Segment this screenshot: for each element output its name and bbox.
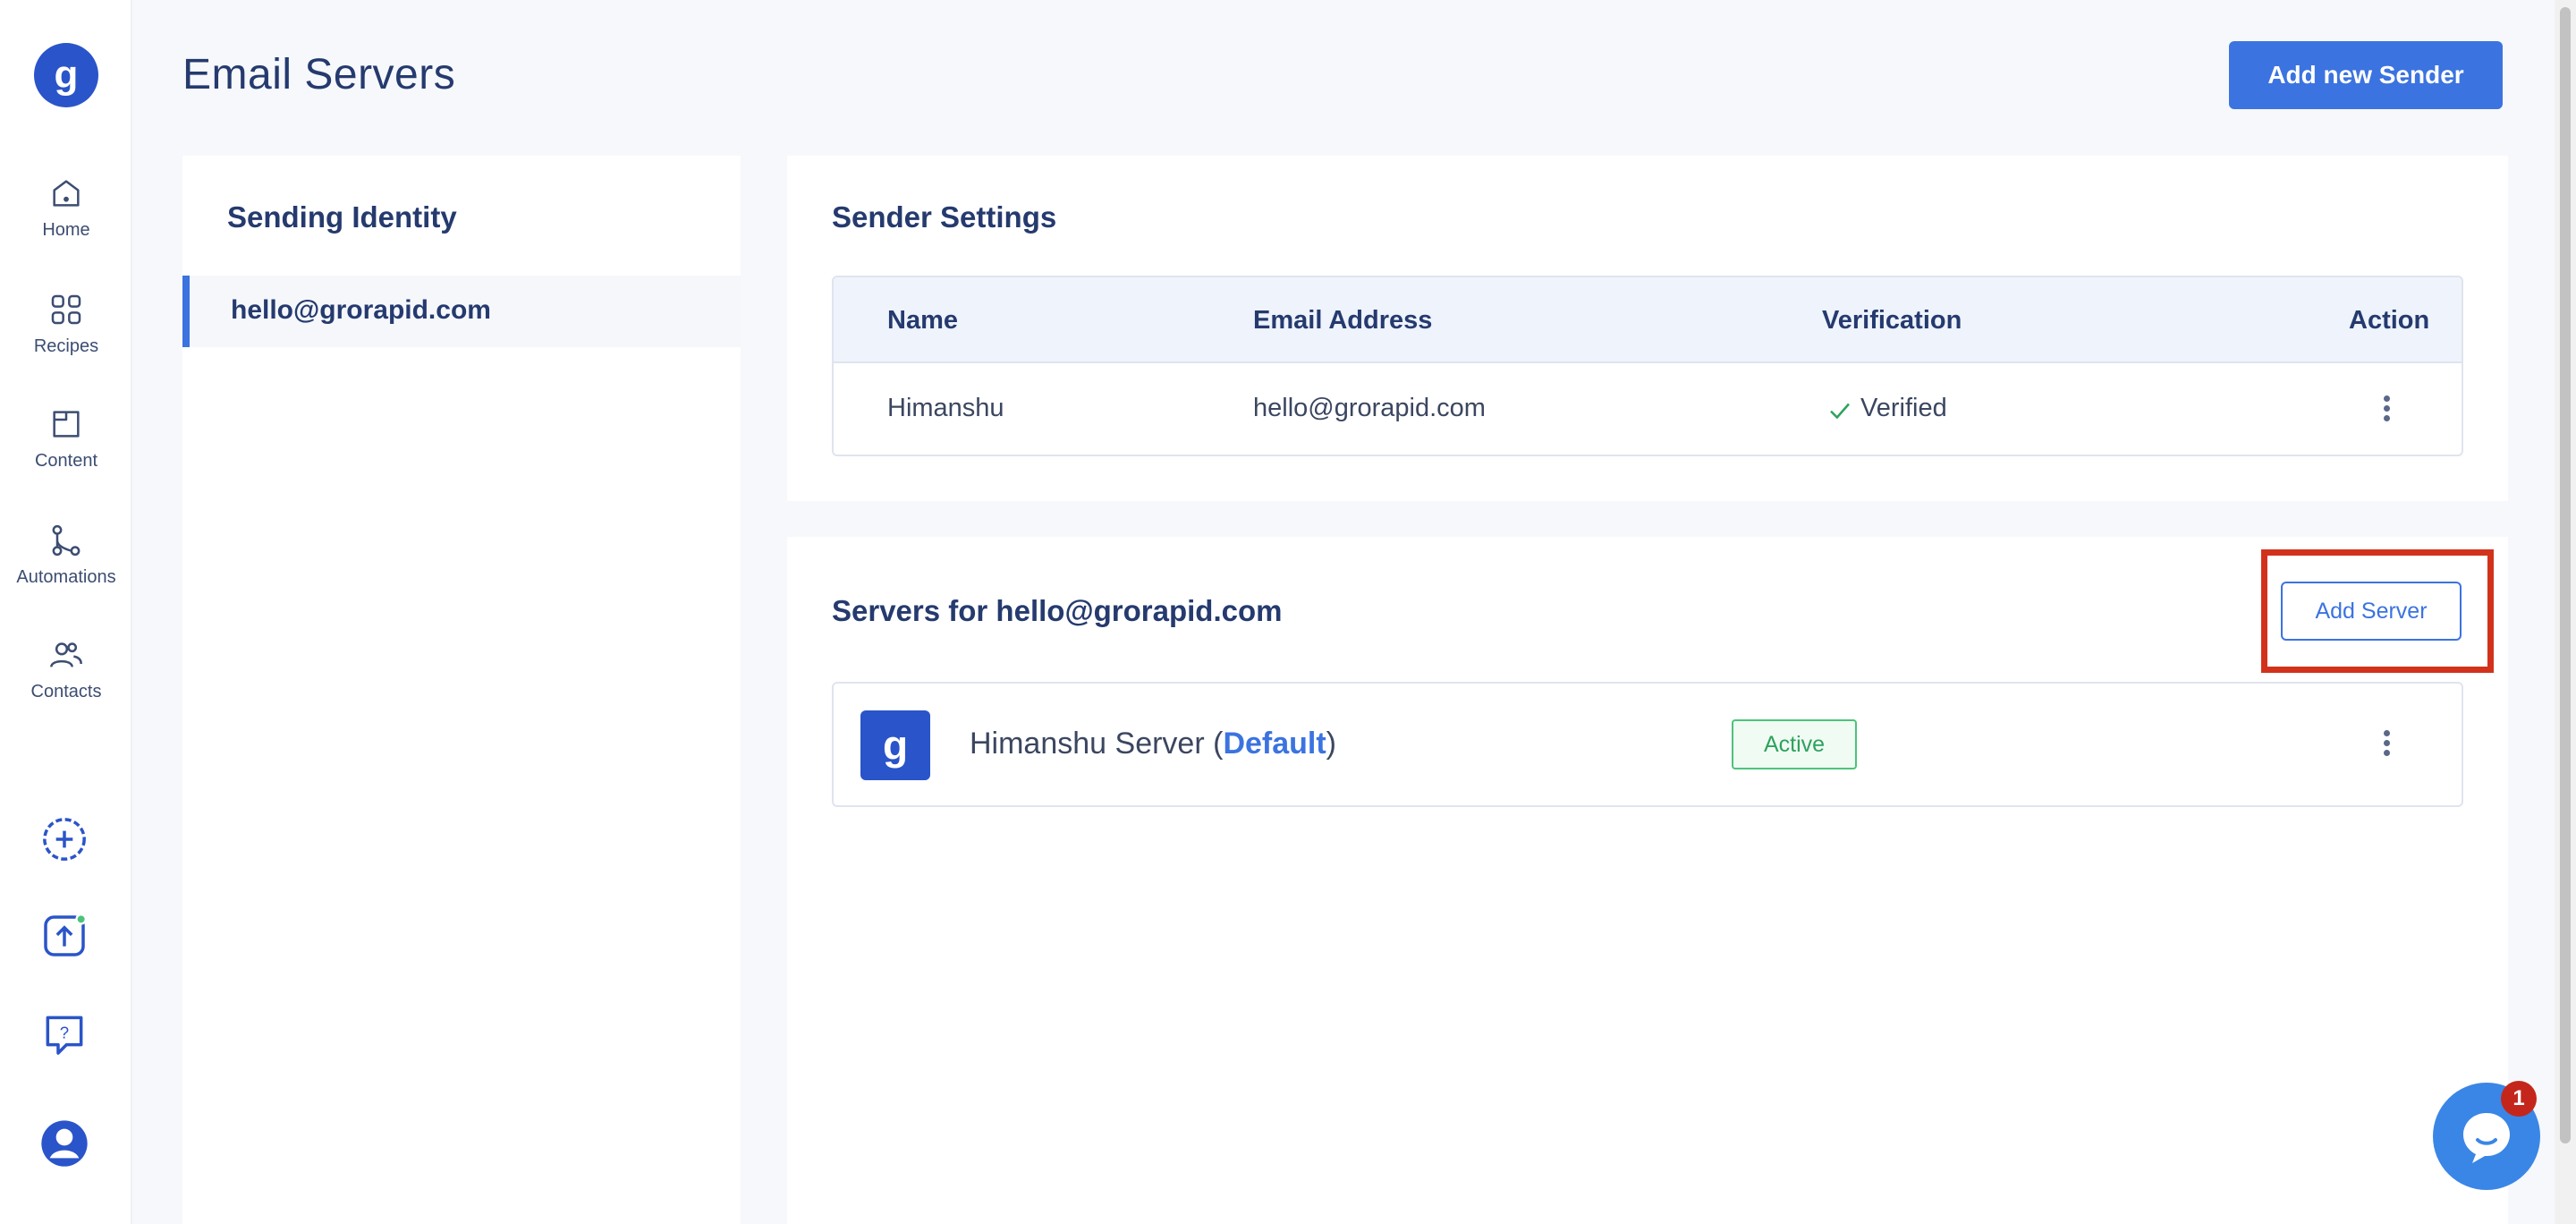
- server-logo-letter: g: [882, 722, 909, 769]
- identity-item-label: hello@grorapid.com: [231, 295, 491, 325]
- row-actions-kebab-icon[interactable]: [2381, 395, 2392, 424]
- servers-title: Servers for hello@grorapid.com: [832, 594, 1283, 627]
- nav-rail: g Home Recipes Content Automations Conta…: [0, 0, 132, 1224]
- help-chat-icon[interactable]: ?: [39, 1009, 89, 1059]
- nav-item-automations[interactable]: Automations: [0, 523, 132, 588]
- sender-name: Himanshu: [887, 394, 1004, 422]
- add-circle-icon[interactable]: [39, 814, 89, 864]
- nav-item-recipes[interactable]: Recipes: [0, 292, 132, 357]
- verification-status: Verified: [1860, 394, 1947, 422]
- server-row: g Himanshu Server (Default) Active: [832, 682, 2463, 807]
- check-icon: [1830, 403, 1850, 420]
- chat-badge: 1: [2501, 1081, 2537, 1117]
- grid-icon: [51, 294, 81, 325]
- server-default-label: Default: [1223, 727, 1326, 761]
- servers-card: Servers for hello@grorapid.com Add Serve…: [787, 537, 2508, 1224]
- nav-label-content: Content: [34, 451, 98, 471]
- svg-text:?: ?: [60, 1024, 69, 1042]
- table-header: Name Email Address Verification Action: [834, 277, 2462, 363]
- sender-settings-title: Sender Settings: [832, 200, 1057, 234]
- sender-settings-card: Sender Settings Name Email Address Verif…: [787, 156, 2508, 501]
- server-name-line: Himanshu Server (Default): [970, 727, 1336, 761]
- column-header-verification: Verification: [1822, 306, 1962, 335]
- page-title: Email Servers: [182, 51, 456, 98]
- users-icon: [50, 642, 82, 667]
- sender-email: hello@grorapid.com: [1253, 394, 1486, 422]
- scrollbar[interactable]: [2555, 0, 2576, 1224]
- server-logo: g: [860, 710, 930, 780]
- sending-identity-title: Sending Identity: [227, 200, 457, 234]
- app-logo[interactable]: g: [34, 43, 98, 107]
- nav-label-home: Home: [42, 220, 90, 240]
- sending-identity-panel: Sending Identity hello@grorapid.com: [182, 156, 741, 1224]
- user-avatar-icon[interactable]: [39, 1118, 89, 1169]
- logo-letter: g: [54, 53, 79, 97]
- add-new-sender-button[interactable]: Add new Sender: [2229, 41, 2503, 109]
- flow-icon: [52, 524, 80, 557]
- status-badge: Active: [1732, 719, 1857, 769]
- column-header-email: Email Address: [1253, 306, 1433, 335]
- scroll-thumb[interactable]: [2560, 7, 2571, 1143]
- upload-icon[interactable]: [39, 911, 89, 961]
- sender-table: Name Email Address Verification Action H…: [832, 276, 2463, 456]
- nav-item-content[interactable]: Content: [0, 406, 132, 472]
- identity-item[interactable]: hello@grorapid.com: [182, 276, 741, 347]
- nav-label-automations: Automations: [16, 567, 116, 587]
- server-name: Himanshu Server: [970, 727, 1205, 761]
- home-icon: [53, 180, 80, 207]
- column-header-action: Action: [2349, 306, 2430, 335]
- nav-item-contacts[interactable]: Contacts: [0, 637, 132, 702]
- add-server-button[interactable]: Add Server: [2281, 582, 2462, 641]
- nav-label-contacts: Contacts: [30, 682, 102, 701]
- nav-label-recipes: Recipes: [33, 336, 99, 356]
- server-actions-kebab-icon[interactable]: [2381, 730, 2392, 759]
- nav-item-home[interactable]: Home: [0, 175, 132, 241]
- column-header-name: Name: [887, 306, 958, 335]
- folder-icon: [53, 411, 80, 438]
